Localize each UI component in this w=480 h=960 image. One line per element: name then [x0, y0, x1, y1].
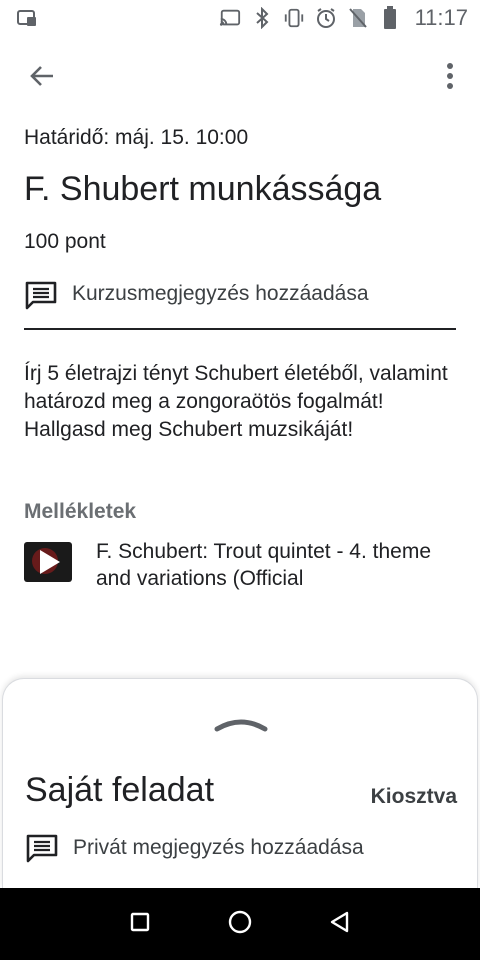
battery-icon [379, 6, 401, 29]
due-date: Határidő: máj. 15. 10:00 [24, 126, 249, 149]
cast-icon [219, 7, 241, 29]
attachments-label: Mellékletek [24, 500, 137, 523]
nav-back-button[interactable] [320, 904, 360, 944]
bluetooth-icon [251, 7, 273, 29]
status-bar: 11:17 [0, 0, 480, 36]
comment-icon [25, 833, 59, 863]
alarm-icon [315, 7, 337, 29]
recents-button[interactable] [120, 904, 160, 944]
add-private-comment-button[interactable]: Privát megjegyzés hozzáadása [25, 833, 364, 863]
add-class-comment-button[interactable]: Kurzusmegjegyzés hozzáadása [24, 278, 456, 330]
your-work-title: Saját feladat [25, 771, 215, 809]
back-triangle-icon [328, 910, 352, 939]
no-sim-icon [347, 7, 369, 29]
assignment-title: F. Shubert munkássága [24, 170, 382, 208]
status-time: 11:17 [414, 5, 468, 30]
attachment-title: F. Schubert: Trout quintet - 4. theme an… [96, 540, 432, 590]
more-options-button[interactable] [436, 58, 464, 98]
back-button[interactable] [20, 58, 64, 98]
private-comment-label: Privát megjegyzés hozzáadása [73, 836, 364, 859]
more-vert-icon [446, 62, 454, 95]
points: 100 pont [24, 230, 106, 253]
system-nav-bar [0, 888, 480, 960]
recents-square-icon [129, 911, 151, 938]
assignment-description: Írj 5 életrajzi tényt Schubert életéből,… [24, 362, 448, 441]
home-button[interactable] [220, 904, 260, 944]
assignment-status: Kiosztva [370, 785, 457, 808]
video-thumbnail [24, 542, 72, 582]
home-circle-icon [227, 909, 253, 940]
screenshot-icon [16, 7, 38, 29]
arrow-back-icon [28, 62, 56, 95]
app-bar [0, 50, 480, 106]
class-comment-label: Kurzusmegjegyzés hozzáadása [72, 282, 369, 305]
attachment-item[interactable]: F. Schubert: Trout quintet - 4. theme an… [24, 538, 456, 592]
chevron-up-icon[interactable] [213, 713, 269, 733]
comment-icon [24, 280, 58, 310]
your-work-sheet[interactable]: Saját feladat Kiosztva Privát megjegyzés… [2, 678, 478, 888]
vibrate-icon [283, 7, 305, 29]
play-icon [40, 550, 60, 574]
